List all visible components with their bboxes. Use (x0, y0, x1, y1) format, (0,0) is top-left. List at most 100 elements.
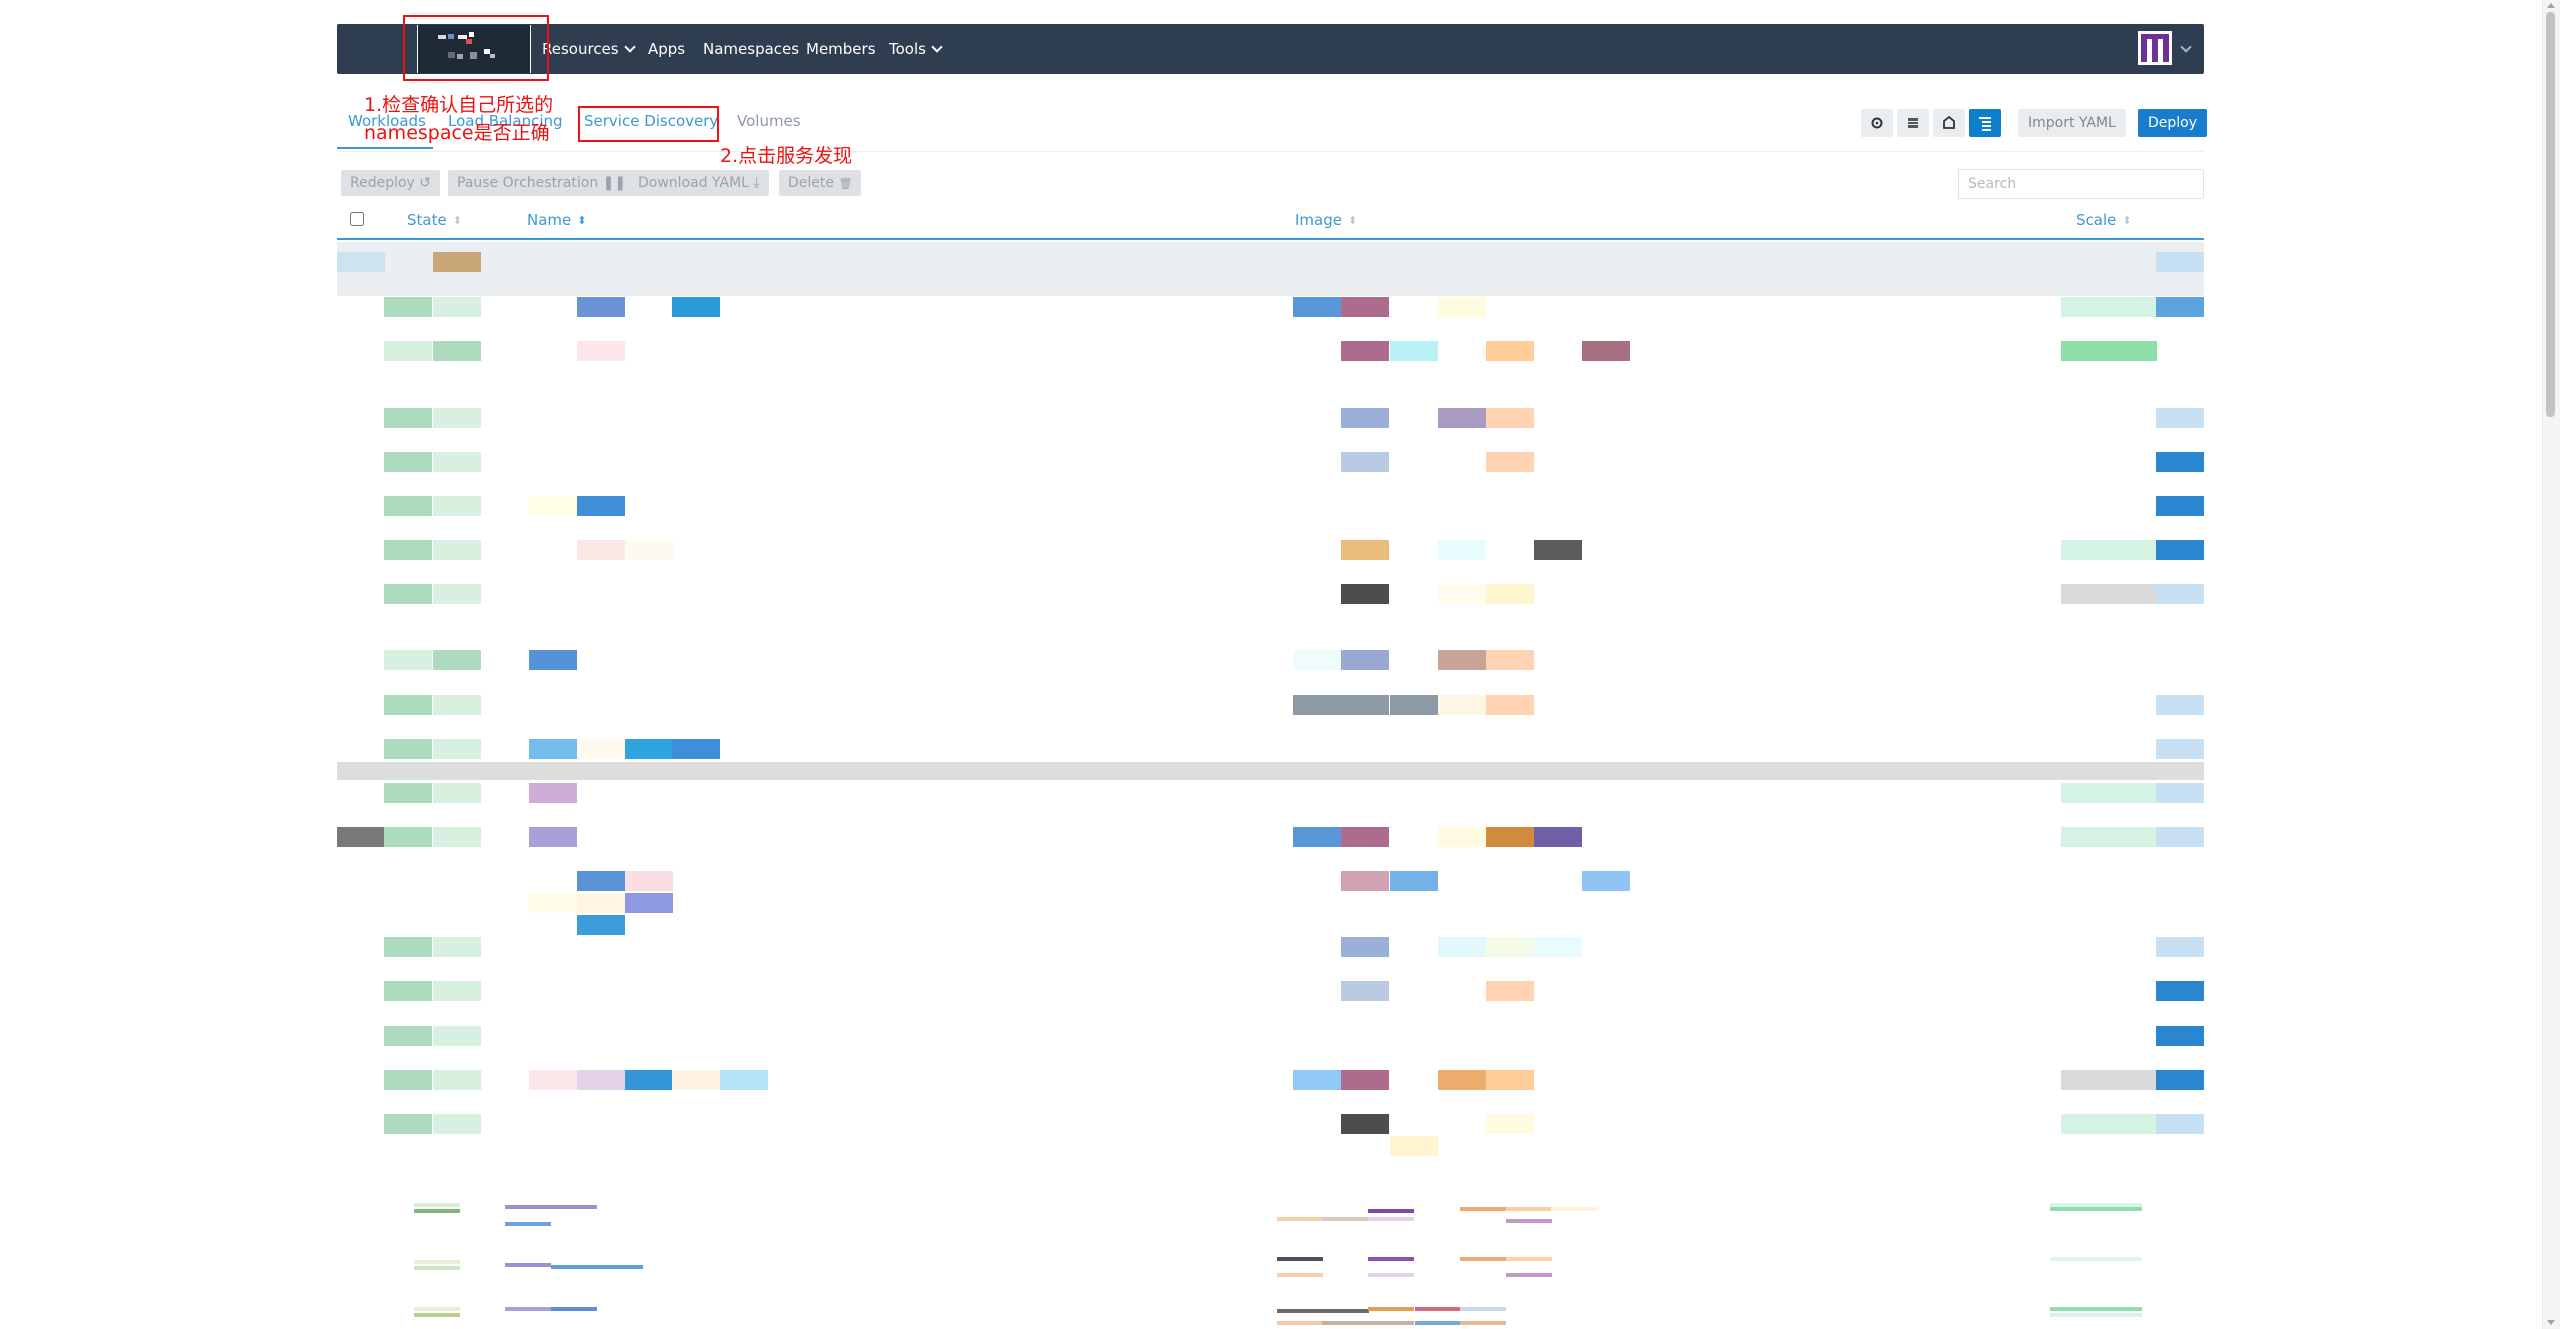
redacted-cell (384, 452, 432, 472)
redacted-cell (529, 827, 577, 847)
scrollbar-thumb[interactable] (2546, 12, 2555, 417)
redacted-cell (529, 1070, 577, 1090)
redacted-cell (1534, 540, 1582, 560)
redacted-cell (1390, 341, 1438, 361)
redacted-cell (384, 1070, 432, 1090)
redacted-cell (433, 452, 481, 472)
redacted-cell (672, 739, 720, 759)
chevron-down-icon[interactable] (2180, 41, 2192, 53)
redacted-cell (2156, 1114, 2204, 1134)
redacted-cell (384, 695, 432, 715)
redacted-cell (1390, 695, 1438, 715)
redacted-stripe (1322, 1321, 1414, 1325)
sort-icon: ⬍ (2122, 214, 2132, 227)
column-header-image[interactable]: Image ⬍ (1295, 211, 1357, 229)
node-icon[interactable] (1933, 109, 1965, 137)
redacted-cell (2156, 408, 2204, 428)
redacted-stripe (1415, 1321, 1461, 1325)
top-navbar: Resources Apps Namespaces Members Tools (337, 24, 2204, 74)
redacted-cell (1534, 827, 1582, 847)
column-header-state[interactable]: State ⬍ (407, 211, 462, 229)
pause-orchestration-button[interactable]: Pause Orchestration ❚❚ (448, 170, 636, 196)
tree-list-icon[interactable] (1969, 109, 2001, 137)
nav-namespaces[interactable]: Namespaces (703, 24, 799, 74)
redacted-stripe (1506, 1257, 1552, 1261)
redacted-stripe (414, 1260, 460, 1264)
redacted-cell (384, 981, 432, 1001)
redacted-cell (577, 1070, 625, 1090)
tab-volumes[interactable]: Volumes (737, 112, 801, 130)
redacted-stripe (1506, 1273, 1552, 1277)
redacted-cell (577, 297, 625, 317)
redeploy-button[interactable]: Redeploy ↺ (341, 170, 441, 196)
redacted-stripe (1277, 1309, 1369, 1313)
redacted-stripe (1277, 1321, 1323, 1325)
redacted-stripe (1460, 1257, 1506, 1261)
sort-icon: ⬍ (1347, 214, 1358, 227)
sort-desc-icon: ⬍ (577, 214, 587, 227)
annotation-note-2: 2.点击服务发现 (720, 145, 853, 167)
redacted-cell (337, 827, 385, 847)
delete-button[interactable]: Delete 🗑 (779, 170, 862, 196)
redacted-cell (1438, 695, 1486, 715)
redacted-stripe (414, 1307, 460, 1311)
redacted-cell (1293, 650, 1341, 670)
redacted-cell (2156, 297, 2204, 317)
nav-members-label: Members (806, 40, 876, 58)
redacted-cell (529, 783, 577, 803)
redacted-cell (1438, 297, 1486, 317)
redacted-cell (2156, 937, 2204, 957)
scroll-up-icon[interactable] (2547, 3, 2555, 8)
redacted-stripe (505, 1307, 551, 1311)
redacted-cell (2156, 252, 2204, 272)
column-header-scale[interactable]: Scale ⬍ (2076, 211, 2132, 229)
redacted-cell (433, 695, 481, 715)
redacted-cell (1341, 871, 1389, 891)
redacted-cell (384, 496, 432, 516)
redacted-stripe (1551, 1207, 1597, 1211)
redacted-stripe (1460, 1321, 1506, 1325)
redacted-cell (384, 297, 432, 317)
redacted-cell (433, 341, 481, 361)
gear-icon[interactable] (1861, 109, 1893, 137)
annotation-note-1-line-1: 1.检查确认自己所选的 (364, 94, 554, 116)
redacted-cell (1486, 452, 1534, 472)
redacted-cell (2156, 827, 2204, 847)
redeploy-label: Redeploy (350, 175, 415, 191)
nav-resources[interactable]: Resources (542, 24, 636, 74)
redacted-cell (433, 1070, 481, 1090)
redacted-cell (1341, 695, 1389, 715)
redacted-cell (433, 540, 481, 560)
redacted-cell (2109, 341, 2157, 361)
nav-apps[interactable]: Apps (648, 24, 685, 74)
redacted-cell (672, 297, 720, 317)
redacted-cell (1293, 297, 1341, 317)
redacted-stripe (414, 1209, 460, 1213)
import-yaml-button[interactable]: Import YAML (2018, 109, 2126, 137)
select-all-checkbox[interactable] (350, 212, 364, 226)
list-icon[interactable] (1897, 109, 1929, 137)
redacted-cell (433, 981, 481, 1001)
user-avatar[interactable] (2138, 31, 2172, 65)
nav-tools[interactable]: Tools (889, 24, 943, 74)
column-header-name[interactable]: Name ⬍ (527, 211, 586, 229)
redacted-cell (1438, 827, 1486, 847)
redacted-cell (1486, 584, 1534, 604)
redacted-cell (384, 650, 432, 670)
download-yaml-button[interactable]: Download YAML ⤓ (629, 170, 769, 196)
scroll-down-icon[interactable] (2547, 1320, 2555, 1325)
redacted-cell (433, 1026, 481, 1046)
redacted-cell (2109, 1114, 2157, 1134)
deploy-button[interactable]: Deploy (2138, 109, 2208, 137)
redacted-stripe (551, 1307, 597, 1311)
redacted-cell (1582, 871, 1630, 891)
image-header-label: Image (1295, 211, 1342, 229)
annotation-note-1-line-2: namespace是否正确 (364, 122, 550, 144)
chevron-down-icon (931, 41, 943, 53)
nav-members[interactable]: Members (806, 24, 876, 74)
search-input[interactable] (1958, 169, 2204, 199)
redacted-cell (1582, 341, 1630, 361)
redacted-cell (2109, 584, 2157, 604)
redacted-cell (433, 297, 481, 317)
download-icon: ⤓ (753, 175, 760, 191)
